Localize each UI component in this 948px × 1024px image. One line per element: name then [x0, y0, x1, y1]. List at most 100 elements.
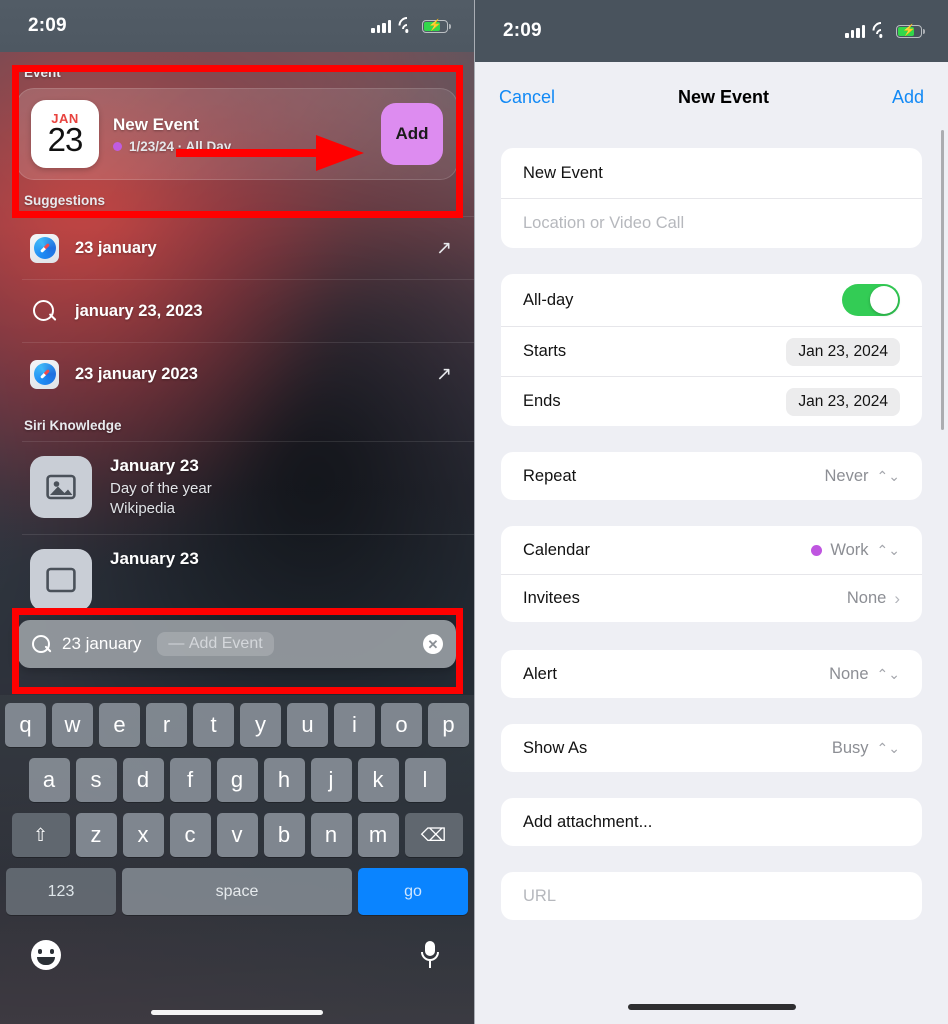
list-item[interactable]: 23 january 2023 ↗	[22, 342, 474, 405]
chevron-up-down-icon: ⌃⌄	[876, 665, 900, 682]
invitees-row[interactable]: Invitees None ›	[501, 574, 922, 622]
space-key[interactable]: space	[122, 868, 352, 915]
list-item[interactable]: january 23, 2023	[22, 279, 474, 342]
cancel-button[interactable]: Cancel	[499, 87, 555, 108]
location-field-row[interactable]: Location or Video Call	[501, 198, 922, 248]
ends-date-button[interactable]: Jan 23, 2024	[786, 387, 900, 416]
key-t[interactable]: t	[193, 703, 234, 747]
starts-date-button[interactable]: Jan 23, 2024	[786, 337, 900, 366]
key-r[interactable]: r	[146, 703, 187, 747]
alert-value-text: None	[829, 664, 869, 683]
siri-knowledge-title: January 23	[110, 549, 199, 568]
microphone-icon[interactable]	[417, 940, 443, 970]
calendar-color-dot	[811, 544, 823, 556]
section-header-suggestions: Suggestions	[24, 193, 106, 208]
list-item[interactable]: January 23	[22, 534, 474, 611]
calendar-value-text: Work	[830, 540, 869, 559]
title-field-row[interactable]: New Event	[501, 148, 922, 198]
event-title-input[interactable]: New Event	[523, 164, 900, 183]
calendar-day: 23	[47, 120, 84, 158]
key-e[interactable]: e	[99, 703, 140, 747]
search-icon	[31, 634, 52, 655]
repeat-row[interactable]: Repeat Never ⌃⌄	[501, 452, 922, 500]
alert-row[interactable]: Alert None ⌃⌄	[501, 650, 922, 698]
keyboard-row-2: a s d f g h j k l	[3, 758, 471, 802]
pointer-arrow-to-add-button	[176, 135, 364, 171]
clear-circle-icon[interactable]: ✕	[423, 634, 443, 654]
url-row[interactable]: URL	[501, 872, 922, 920]
show-as-row[interactable]: Show As Busy ⌃⌄	[501, 724, 922, 772]
photo-placeholder-icon	[30, 456, 92, 518]
arrow-up-right-icon[interactable]: ↗	[436, 237, 452, 260]
key-y[interactable]: y	[240, 703, 281, 747]
key-f[interactable]: f	[169, 758, 211, 802]
repeat-label: Repeat	[523, 466, 577, 485]
key-b[interactable]: b	[263, 813, 305, 857]
location-input[interactable]: Location or Video Call	[523, 214, 900, 233]
calendar-value[interactable]: Work ⌃⌄	[811, 541, 900, 560]
key-c[interactable]: c	[169, 813, 211, 857]
invitees-value[interactable]: None ›	[847, 589, 900, 609]
key-u[interactable]: u	[287, 703, 328, 747]
key-m[interactable]: m	[357, 813, 399, 857]
key-n[interactable]: n	[310, 813, 352, 857]
dual-screenshot-stage: 2:09 ⚡ Event JAN 23 New Event 1/23/24 · …	[0, 0, 948, 1024]
status-bar: 2:09 ⚡	[475, 0, 948, 62]
show-as-card: Show As Busy ⌃⌄	[501, 724, 922, 772]
key-h[interactable]: h	[263, 758, 305, 802]
repeat-value[interactable]: Never ⌃⌄	[825, 467, 900, 486]
key-z[interactable]: z	[75, 813, 117, 857]
siri-knowledge-source: Wikipedia	[110, 500, 176, 517]
key-w[interactable]: w	[52, 703, 93, 747]
calendar-label: Calendar	[523, 540, 590, 559]
calendar-row[interactable]: Calendar Work ⌃⌄	[501, 526, 922, 574]
key-g[interactable]: g	[216, 758, 258, 802]
list-item[interactable]: 23 january ↗	[22, 216, 474, 279]
search-input[interactable]: 23 january — Add Event ✕	[18, 620, 456, 668]
key-i[interactable]: i	[334, 703, 375, 747]
key-k[interactable]: k	[357, 758, 399, 802]
add-button[interactable]: Add	[381, 103, 443, 165]
key-a[interactable]: a	[28, 758, 70, 802]
chevron-up-down-icon: ⌃⌄	[876, 541, 900, 558]
calendar-date-icon: JAN 23	[31, 100, 99, 168]
emoji-icon[interactable]	[31, 940, 61, 970]
go-key[interactable]: go	[358, 868, 468, 915]
left-phone-spotlight-screen: 2:09 ⚡ Event JAN 23 New Event 1/23/24 · …	[0, 0, 474, 1024]
key-l[interactable]: l	[404, 758, 446, 802]
backspace-icon[interactable]: ⌫	[404, 813, 463, 857]
key-o[interactable]: o	[381, 703, 422, 747]
status-bar-time: 2:09	[503, 20, 542, 41]
starts-row[interactable]: Starts Jan 23, 2024	[501, 326, 922, 376]
alert-value[interactable]: None ⌃⌄	[829, 665, 900, 684]
arrow-up-right-icon[interactable]: ↗	[436, 363, 452, 386]
key-v[interactable]: v	[216, 813, 258, 857]
shift-icon[interactable]: ⇧	[11, 813, 70, 857]
home-indicator	[627, 1004, 796, 1010]
key-j[interactable]: j	[310, 758, 352, 802]
all-day-row[interactable]: All-day	[501, 274, 922, 326]
key-s[interactable]: s	[75, 758, 117, 802]
keyboard-row-1: q w e r t y u i o p	[3, 703, 471, 747]
add-attachment-row[interactable]: Add attachment...	[501, 798, 922, 846]
key-x[interactable]: x	[122, 813, 164, 857]
url-input[interactable]: URL	[523, 887, 900, 906]
search-token-dash: —	[168, 635, 185, 652]
all-day-label: All-day	[523, 290, 574, 309]
ends-row[interactable]: Ends Jan 23, 2024	[501, 376, 922, 426]
home-indicator	[151, 1010, 323, 1015]
all-day-toggle[interactable]	[842, 284, 900, 316]
search-icon	[30, 297, 59, 326]
list-item[interactable]: January 23 Day of the year Wikipedia	[22, 441, 474, 534]
key-q[interactable]: q	[5, 703, 46, 747]
numbers-key[interactable]: 123	[6, 868, 116, 915]
add-attachment-label: Add attachment...	[523, 812, 653, 831]
show-as-value[interactable]: Busy ⌃⌄	[832, 739, 900, 758]
key-p[interactable]: p	[428, 703, 469, 747]
add-button[interactable]: Add	[892, 87, 924, 108]
vertical-scrollbar[interactable]	[941, 130, 944, 430]
key-d[interactable]: d	[122, 758, 164, 802]
